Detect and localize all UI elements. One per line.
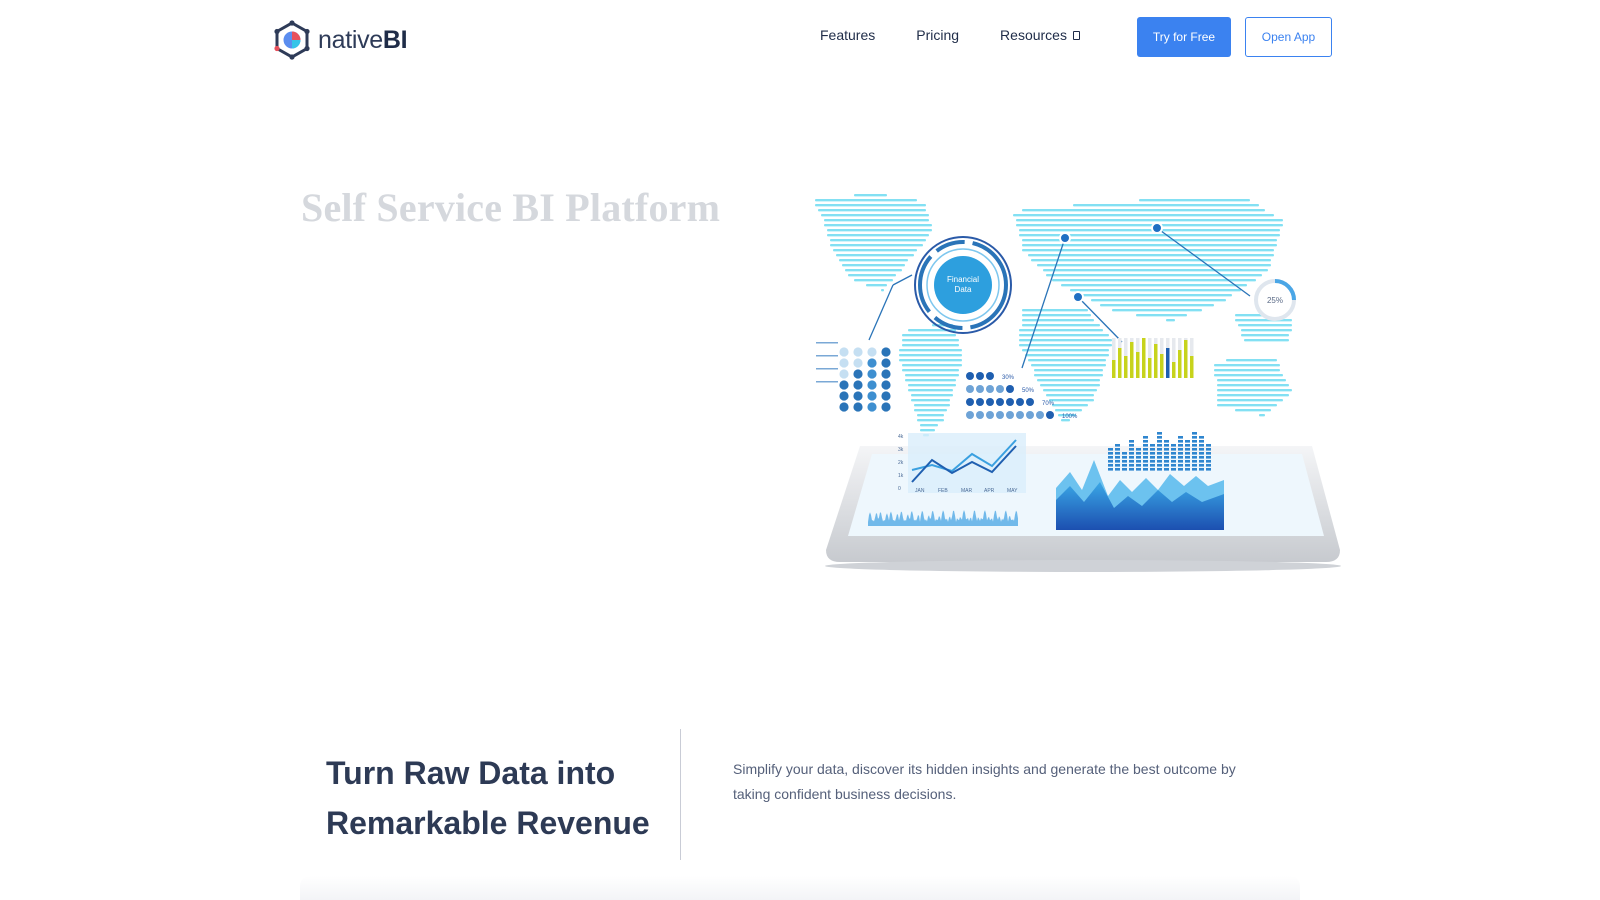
percentage-donut: 25% [1254, 279, 1296, 321]
open-app-button[interactable]: Open App [1245, 17, 1332, 57]
brand-wordmark: nativeBI [318, 25, 408, 55]
svg-text:100%: 100% [1062, 414, 1078, 420]
svg-text:3k: 3k [898, 447, 904, 453]
financial-data-hub: Financial Data [914, 236, 1012, 334]
next-section-edge [300, 876, 1300, 900]
hub-label-line1: Financial [947, 275, 979, 284]
main-nav: Features Pricing Resources [820, 27, 1080, 43]
svg-text:50%: 50% [1022, 388, 1035, 394]
svg-text:0: 0 [898, 486, 901, 492]
dot-matrix-chart [816, 342, 891, 412]
svg-text:4k: 4k [898, 434, 904, 440]
svg-text:MAY: MAY [1007, 488, 1018, 494]
hub-label-line2: Data [955, 285, 972, 294]
svg-text:APR: APR [984, 488, 995, 494]
svg-text:1k: 1k [898, 473, 904, 479]
brand-name-bold: BI [382, 25, 408, 54]
section-body-text: Simplify your data, discover its hidden … [733, 761, 1236, 802]
svg-text:70%: 70% [1042, 401, 1055, 407]
logo-hexagon-icon [274, 20, 310, 60]
hero-title: Self Service BI Platform [301, 185, 721, 230]
brand-name-light: native [318, 25, 383, 54]
yellow-bar-chart [1112, 338, 1194, 378]
nav-item-label: Pricing [916, 27, 960, 43]
svg-text:FEB: FEB [938, 488, 948, 494]
svg-text:MAR: MAR [961, 488, 973, 494]
brand-logo[interactable]: nativeBI [272, 20, 408, 60]
nav-item-resources[interactable]: Resources [1000, 27, 1080, 43]
svg-text:2k: 2k [898, 460, 904, 466]
try-for-free-button[interactable]: Try for Free [1137, 17, 1231, 57]
hero-illustration: Financial Data 25% 30% 50% 70% 100% JAN FEB M… [815, 194, 1341, 572]
section-heading: Turn Raw Data into Remarkable Revenue [326, 755, 650, 841]
chevron-down-icon [1072, 30, 1080, 40]
site-header: nativeBI Features Pricing Resources Try … [0, 0, 1600, 76]
svg-text:30%: 30% [1002, 375, 1015, 381]
donut-label: 25% [1267, 296, 1283, 305]
nav-item-label: Resources [1000, 27, 1067, 43]
nav-item-features[interactable]: Features [820, 27, 875, 43]
tablet-line-chart: JAN FEB MAR APR MAY 4k 3k 2k 1k 0 [898, 433, 1026, 494]
nav-item-label: Features [820, 27, 876, 43]
svg-text:JAN: JAN [915, 488, 925, 494]
section-divider [680, 729, 681, 860]
nav-item-pricing[interactable]: Pricing [916, 27, 959, 43]
